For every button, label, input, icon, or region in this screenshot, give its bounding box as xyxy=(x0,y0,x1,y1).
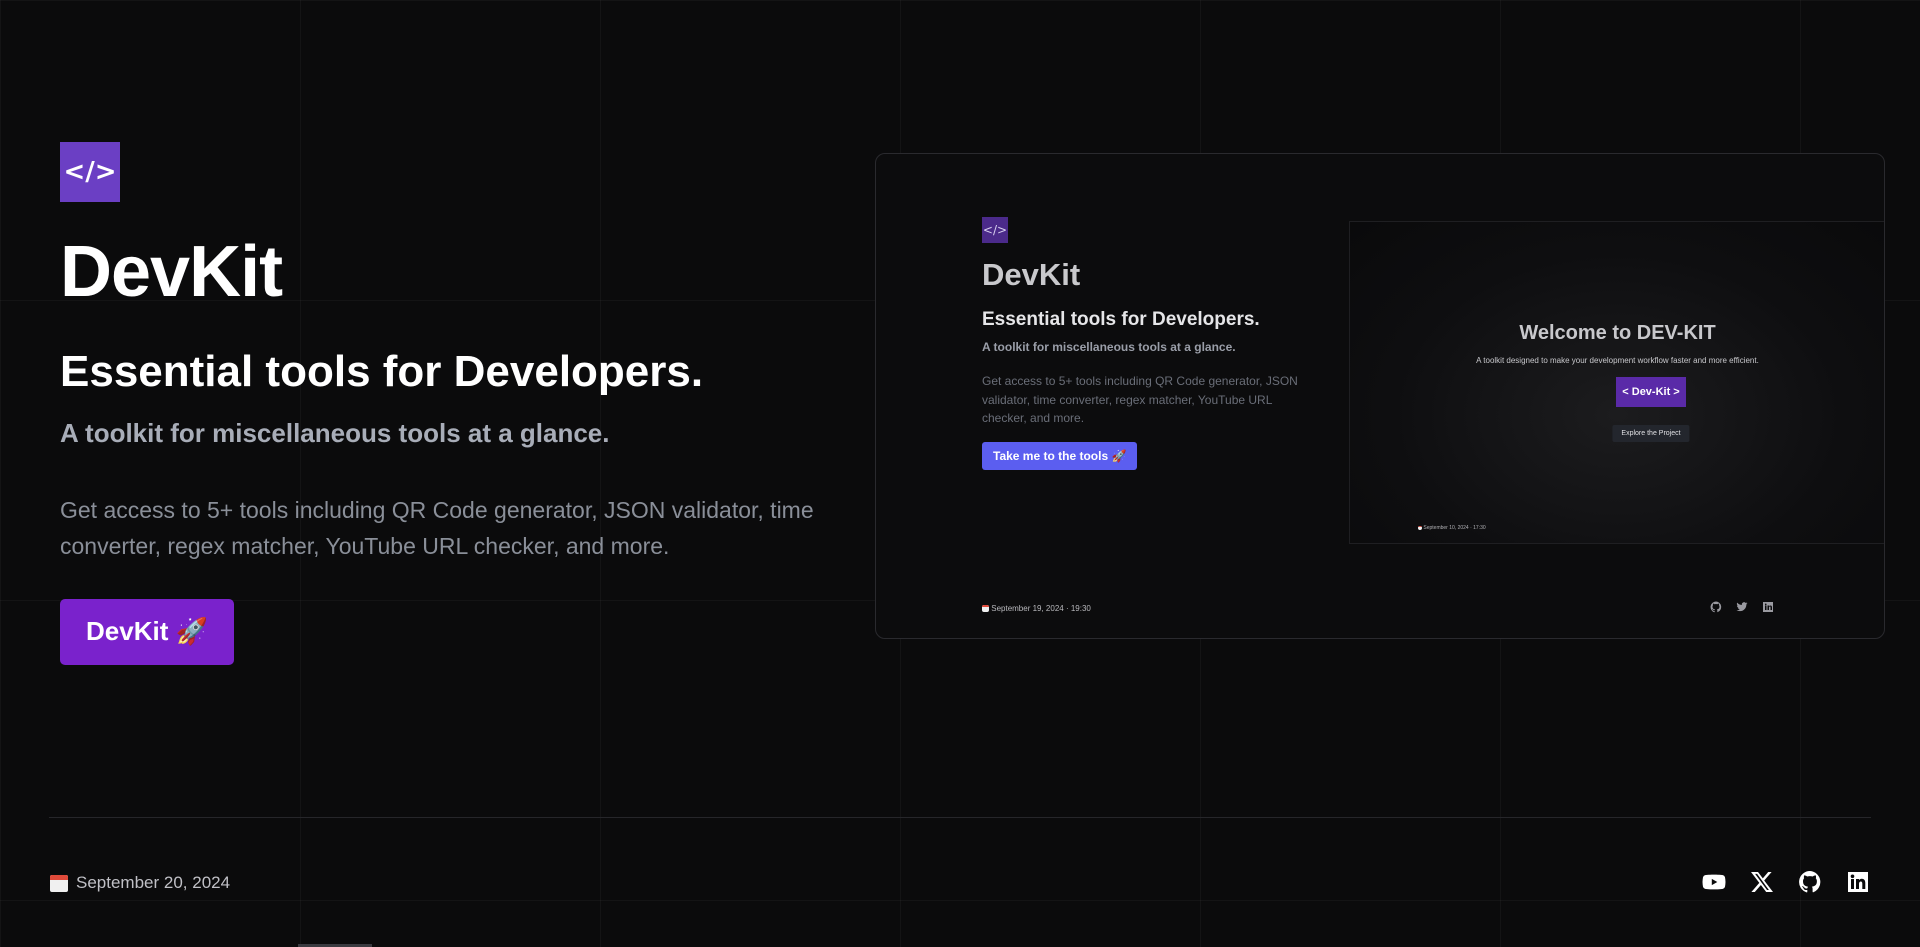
nested-preview: Welcome to DEV-KIT A toolkit designed to… xyxy=(1349,221,1884,544)
footer-date: September 20, 2024 xyxy=(50,873,230,893)
calendar-icon xyxy=(1418,525,1422,530)
footer-divider xyxy=(49,817,1871,818)
nested-date-text: September 10, 2024 · 17:30 xyxy=(1423,525,1486,531)
preview-footer-date: September 19, 2024 · 19:30 xyxy=(982,604,1091,613)
hero-title: DevKit xyxy=(60,232,283,312)
hero-section: </> DevKit Essential tools for Developer… xyxy=(60,142,840,665)
preview-social-icons xyxy=(1710,601,1774,613)
preview-screenshot: </> DevKit Essential tools for Developer… xyxy=(875,153,1885,639)
nested-title: Welcome to DEV-KIT xyxy=(1519,322,1716,344)
youtube-icon[interactable] xyxy=(1702,870,1726,894)
hero-description: Get access to 5+ tools including QR Code… xyxy=(60,497,814,560)
devkit-cta-button[interactable]: DevKit 🚀 xyxy=(60,598,234,665)
linkedin-icon[interactable] xyxy=(1846,870,1870,894)
footer-social-links xyxy=(1702,870,1870,894)
calendar-icon xyxy=(50,874,68,892)
preview-title: DevKit xyxy=(982,257,1081,292)
preview-subtitle: Essential tools for Developers. xyxy=(982,309,1260,330)
preview-footer-date-text: September 19, 2024 · 19:30 xyxy=(991,604,1091,613)
preview-tools-button: Take me to the tools 🚀 xyxy=(982,441,1138,470)
footer-date-text: September 20, 2024 xyxy=(76,873,231,892)
nested-description: A toolkit designed to make your developm… xyxy=(1476,356,1759,365)
preview-description: Get access to 5+ tools including QR Code… xyxy=(982,374,1298,426)
x-icon[interactable] xyxy=(1750,870,1774,894)
nested-devkit-button: < Dev-Kit > xyxy=(1616,377,1686,407)
code-logo-icon: </> xyxy=(60,142,120,202)
github-icon[interactable] xyxy=(1798,870,1822,894)
preview-content: </> DevKit Essential tools for Developer… xyxy=(982,217,1302,470)
hero-tagline: A toolkit for miscellaneous tools at a g… xyxy=(60,418,610,449)
linkedin-icon xyxy=(1763,602,1773,612)
twitter-icon xyxy=(1736,602,1748,612)
github-icon xyxy=(1710,601,1722,613)
preview-code-logo-icon: </> xyxy=(982,217,1008,243)
nested-date: September 10, 2024 · 17:30 xyxy=(1418,525,1486,531)
hero-subtitle: Essential tools for Developers. xyxy=(60,347,704,396)
nested-explore-button: Explore the Project xyxy=(1612,425,1690,442)
preview-tagline: A toolkit for miscellaneous tools at a g… xyxy=(982,340,1236,354)
calendar-icon xyxy=(982,605,989,613)
